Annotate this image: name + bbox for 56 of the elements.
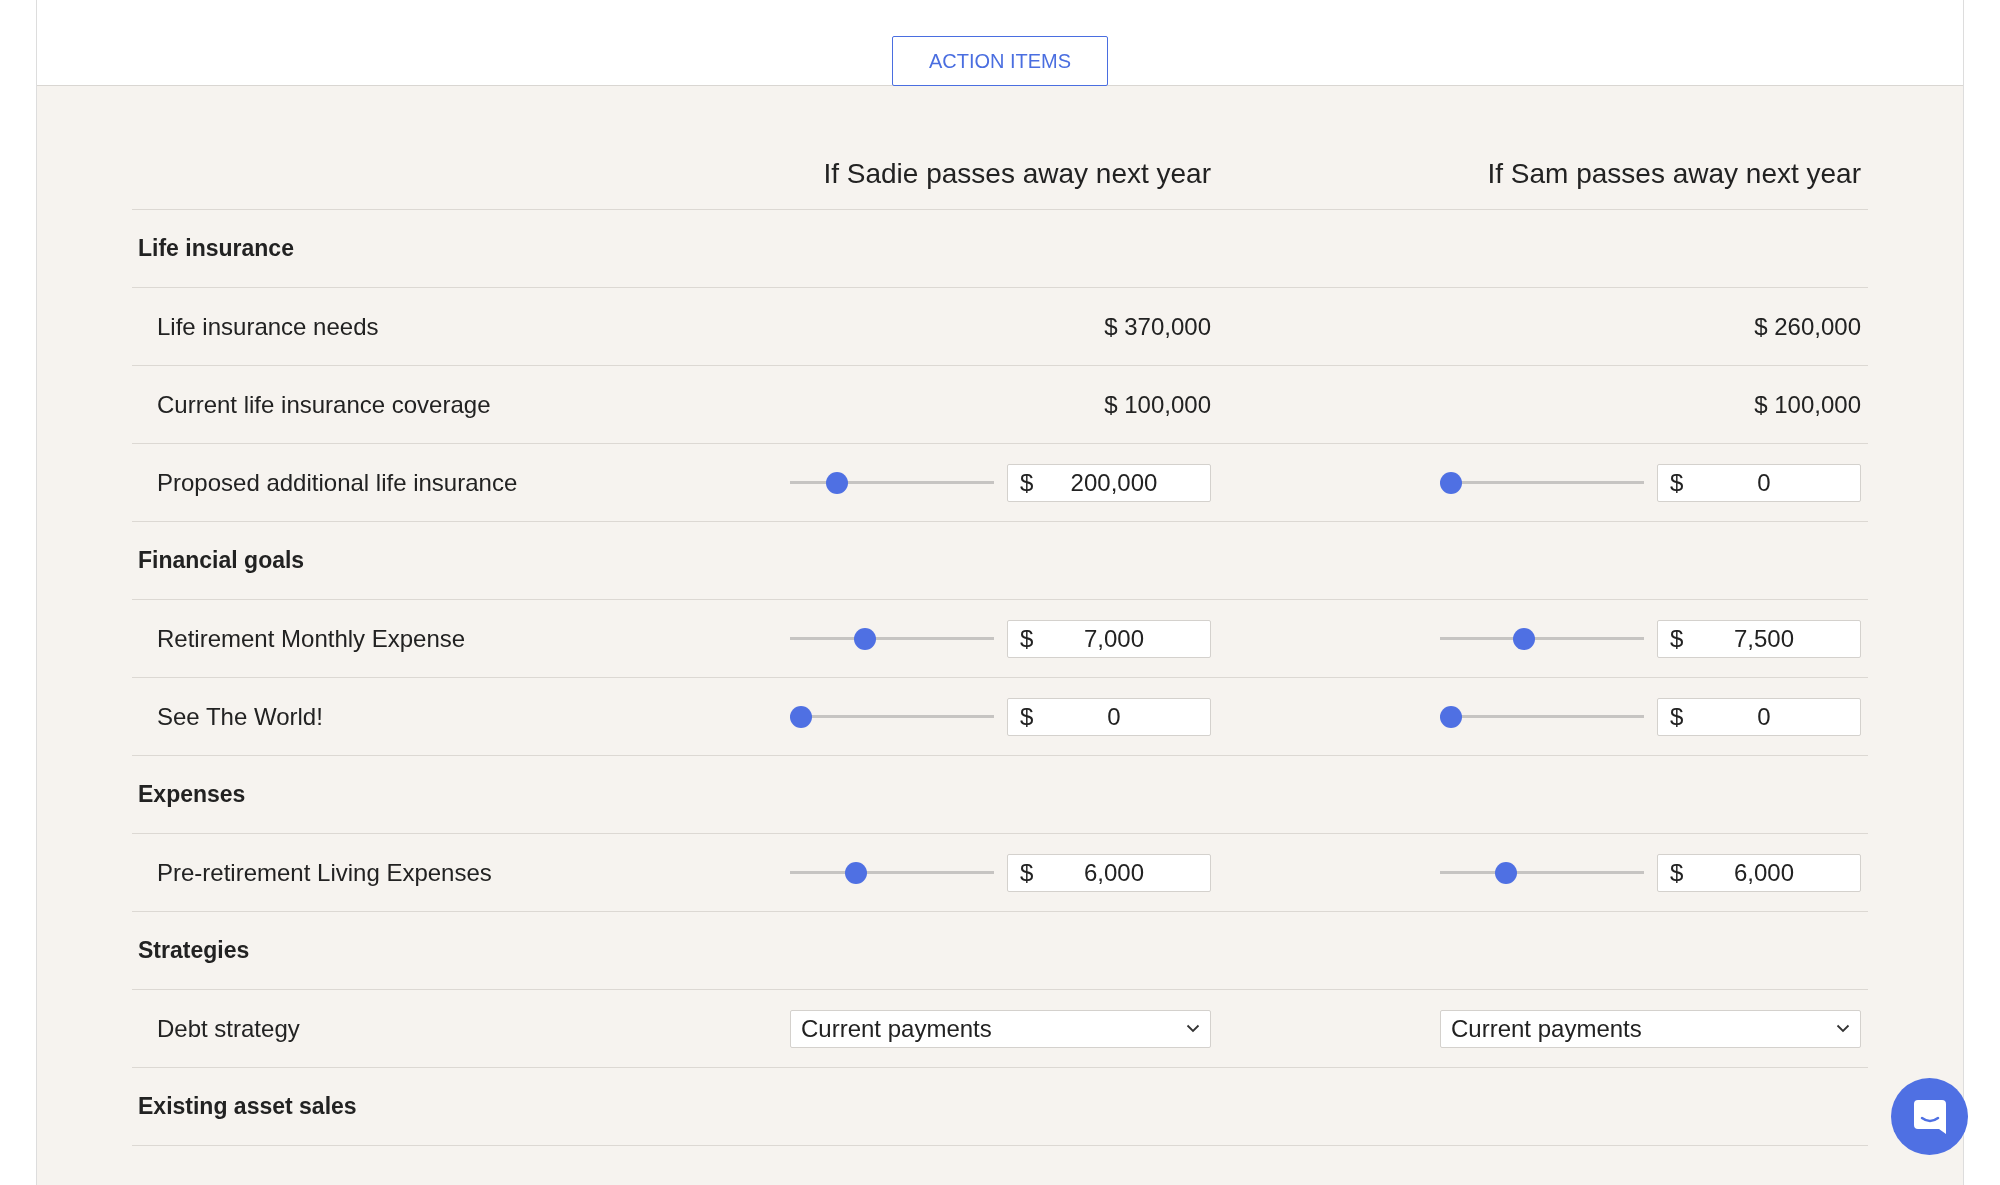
amount-value: 0	[1106, 701, 1122, 732]
row-label: Retirement Monthly Expense	[156, 623, 467, 654]
currency-symbol: $	[1020, 857, 1035, 888]
slider-thumb[interactable]	[1440, 471, 1462, 494]
slider-thumb[interactable]	[853, 627, 876, 650]
caret-icon	[1836, 1024, 1850, 1033]
amount-field[interactable]: $ 0	[1657, 463, 1861, 502]
currency-symbol: $	[1020, 623, 1035, 654]
section-title: Life insurance	[137, 234, 295, 264]
row-label: Current life insurance coverage	[156, 389, 492, 420]
amount-value: 0	[1756, 467, 1772, 498]
amount-field[interactable]: $ 200,000	[1007, 463, 1211, 502]
amount-field[interactable]: $ 7,500	[1657, 619, 1861, 658]
amount: $ 100,000	[1103, 389, 1211, 420]
amount: $ 260,000	[1753, 311, 1861, 342]
slider-thumb[interactable]	[1440, 705, 1462, 728]
slider-thumb[interactable]	[790, 705, 812, 728]
caret-icon	[1186, 1024, 1200, 1033]
section-title: Financial goals	[137, 546, 306, 576]
amount-value: 7,000	[1082, 623, 1146, 654]
currency-symbol: $	[1670, 701, 1685, 732]
dropdown[interactable]: Current payments	[1440, 1009, 1861, 1048]
amount: $ 370,000	[1103, 311, 1211, 342]
column-header: If Sadie passes away next year	[822, 157, 1211, 191]
column-header: If Sam passes away next year	[1486, 157, 1861, 191]
currency-symbol: $	[1670, 467, 1685, 498]
amount-field[interactable]: $ 7,000	[1007, 619, 1211, 658]
currency-symbol: $	[1020, 701, 1035, 732]
section-title: Existing asset sales	[137, 1092, 358, 1122]
row-label: Pre-retirement Living Expenses	[156, 857, 493, 888]
slider-thumb[interactable]	[826, 471, 849, 494]
slider-thumb[interactable]	[844, 861, 867, 884]
amount-value: 200,000	[1069, 467, 1159, 498]
amount-value: 6,000	[1082, 857, 1146, 888]
dropdown[interactable]: Current payments	[790, 1009, 1211, 1048]
slider-thumb[interactable]	[1512, 627, 1535, 650]
section-title: Strategies	[137, 936, 251, 966]
row-label: See The World!	[156, 701, 324, 732]
section-title: Expenses	[137, 780, 247, 810]
amount-field[interactable]: $ 6,000	[1657, 853, 1861, 892]
amount-value: 0	[1756, 701, 1772, 732]
amount-value: 7,500	[1732, 623, 1796, 654]
row-label: Debt strategy	[156, 1013, 301, 1044]
currency-symbol: $	[1670, 623, 1685, 654]
amount-field[interactable]: $ 6,000	[1007, 853, 1211, 892]
amount-field[interactable]: $ 0	[1007, 697, 1211, 736]
amount-value: 6,000	[1732, 857, 1796, 888]
currency-symbol: $	[1020, 467, 1035, 498]
action-items-button[interactable]: ACTION ITEMS	[892, 36, 1108, 86]
chat-icon	[1911, 1097, 1948, 1136]
slider-thumb[interactable]	[1494, 861, 1517, 884]
currency-symbol: $	[1670, 857, 1685, 888]
amount-field[interactable]: $ 0	[1657, 697, 1861, 736]
row-label: Life insurance needs	[156, 311, 380, 342]
amount: $ 100,000	[1753, 389, 1861, 420]
row-label: Proposed additional life insurance	[156, 467, 519, 498]
